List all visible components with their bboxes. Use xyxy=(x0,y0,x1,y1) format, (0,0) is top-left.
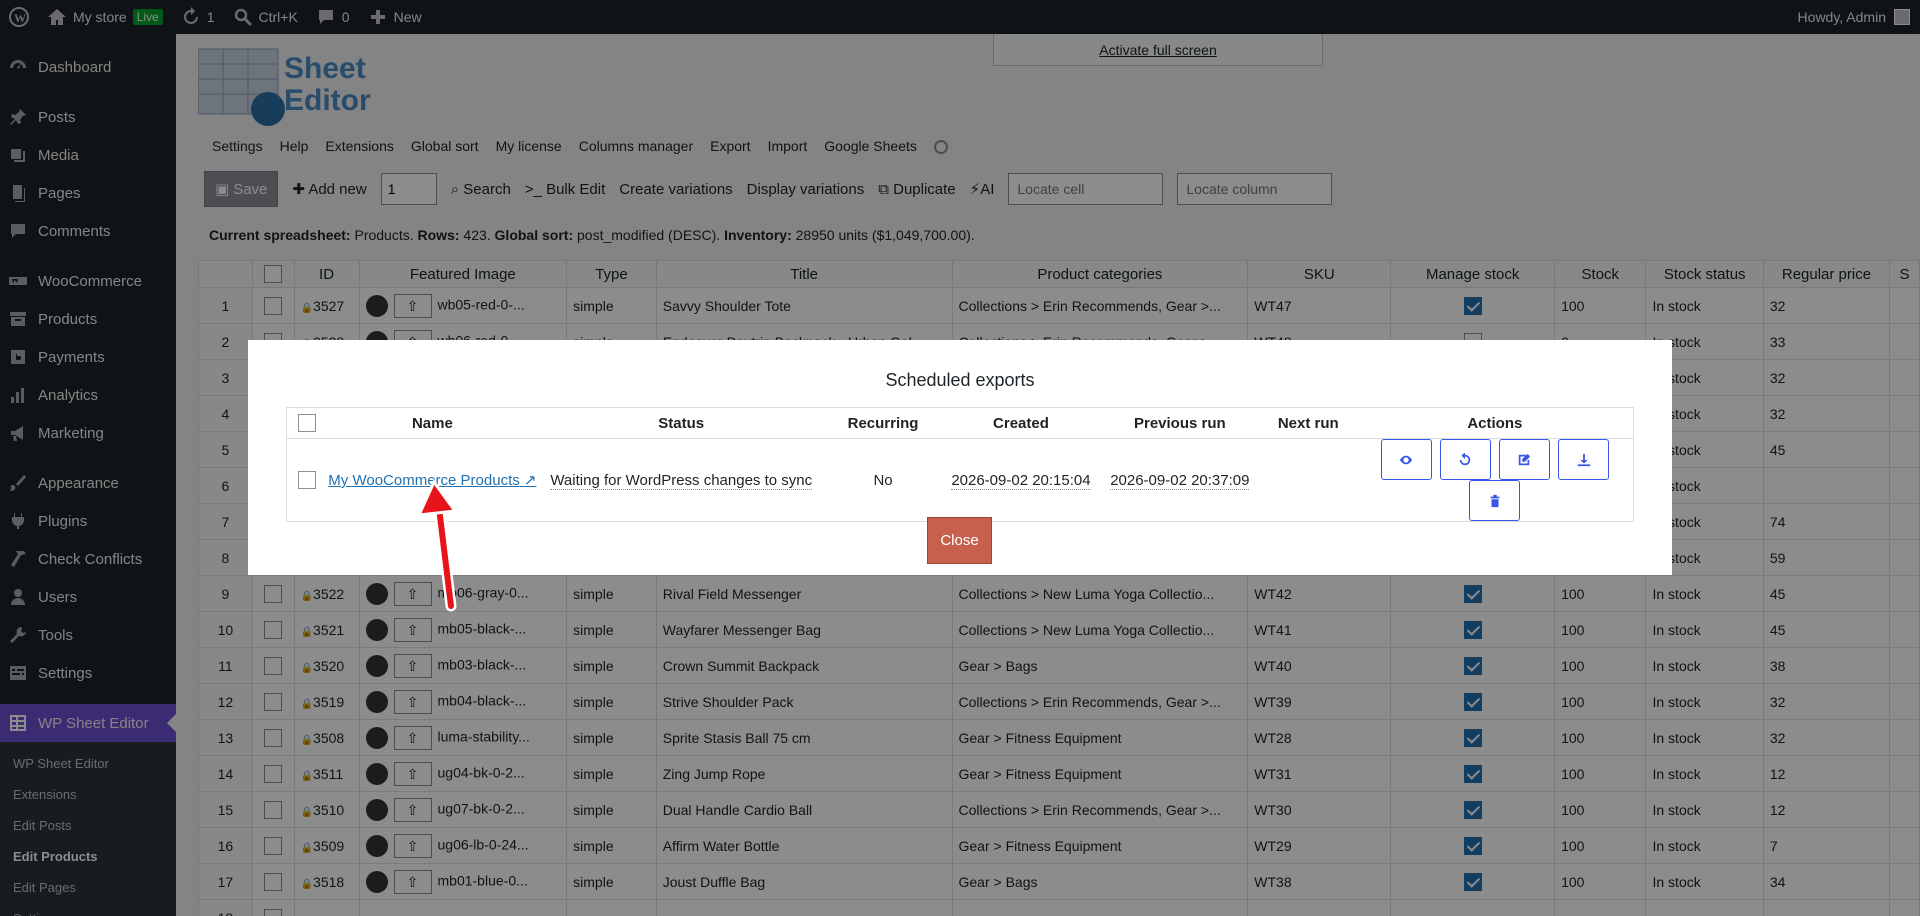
export-previous-cell: 2026-09-02 20:37:09 xyxy=(1100,439,1260,522)
download-button[interactable] xyxy=(1558,439,1610,480)
export-recurring: No xyxy=(873,471,893,489)
trash-icon xyxy=(1490,494,1500,507)
undo-icon xyxy=(1460,452,1471,465)
previous-run-header: Previous run xyxy=(1099,407,1260,439)
export-previous-run: 2026-09-02 20:37:09 xyxy=(1110,471,1250,490)
name-header: Name xyxy=(326,407,539,439)
download-icon xyxy=(1577,453,1590,466)
export-next-run xyxy=(1260,439,1357,522)
edit-icon xyxy=(1519,453,1531,465)
export-status: Waiting for WordPress changes to sync xyxy=(550,471,813,490)
status-header: Status xyxy=(538,407,825,439)
export-row: My WooCommerce Products ↗ Waiting for Wo… xyxy=(287,439,1634,522)
export-name-text: My WooCommerce Products xyxy=(328,472,520,489)
delete-button[interactable] xyxy=(1469,480,1521,521)
select-all-header xyxy=(286,407,327,439)
recurring-header: Recurring xyxy=(824,407,943,439)
close-button[interactable]: Close xyxy=(927,517,992,564)
next-run-header: Next run xyxy=(1259,407,1357,439)
actions-header: Actions xyxy=(1356,407,1634,439)
export-created: 2026-09-02 20:15:04 xyxy=(951,471,1091,490)
eye-icon xyxy=(1399,455,1413,464)
modal-title: Scheduled exports xyxy=(885,370,1035,390)
external-link-icon: ↗ xyxy=(523,472,537,489)
view-button[interactable] xyxy=(1380,439,1432,480)
scheduled-exports-modal: Scheduled exports Name Status Recurring … xyxy=(248,340,1672,575)
export-name-link[interactable]: My WooCommerce Products ↗ xyxy=(328,472,536,489)
export-created-cell: 2026-09-02 20:15:04 xyxy=(942,439,1100,522)
export-name-cell: My WooCommerce Products ↗ xyxy=(326,439,538,522)
select-all-checkbox[interactable] xyxy=(297,414,316,433)
row-select-cell xyxy=(287,439,327,522)
row-checkbox[interactable] xyxy=(297,471,316,490)
rerun-button[interactable] xyxy=(1439,439,1491,480)
edit-button[interactable] xyxy=(1498,439,1550,480)
export-status-cell: Waiting for WordPress changes to sync xyxy=(538,439,824,522)
scheduled-exports-table: Name Status Recurring Created Previous r… xyxy=(286,407,1634,522)
export-actions-cell xyxy=(1357,439,1634,522)
created-header: Created xyxy=(942,407,1100,439)
